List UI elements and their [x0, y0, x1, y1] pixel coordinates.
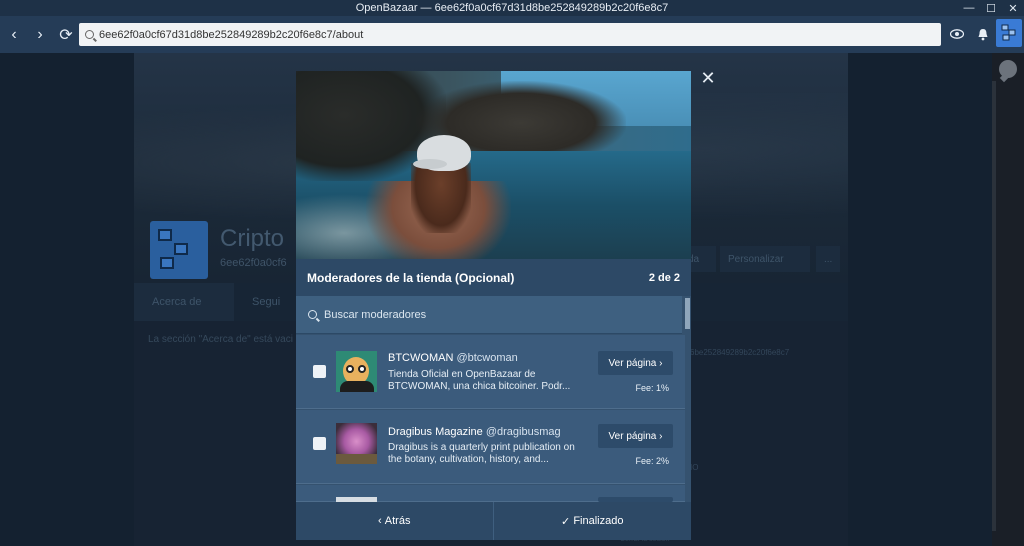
moderators-modal: Moderadores de la tienda (Opcional) 2 de…: [296, 71, 691, 540]
back-label: Atrás: [384, 515, 411, 527]
moderator-name-line: BTCWOMAN @btcwoman: [388, 352, 518, 364]
maximize-icon[interactable]: ☐: [980, 0, 1002, 16]
rail-scrollbar[interactable]: [992, 81, 996, 531]
tab-following[interactable]: Segui: [252, 283, 280, 321]
view-page-label: Ver página: [608, 430, 657, 442]
customize-button[interactable]: Personalizar: [720, 246, 810, 272]
side-peer-id: 6be252849289b2c20f6e8c7: [690, 348, 790, 357]
minimize-icon[interactable]: —: [958, 0, 980, 16]
chat-icon[interactable]: [999, 60, 1017, 78]
eye-icon[interactable]: [944, 19, 970, 49]
search-icon: [85, 30, 94, 39]
moderator-row: BTCWOMAN @btcwoman Tienda Oficial en Ope…: [296, 335, 685, 409]
close-window-icon[interactable]: ✕: [1002, 0, 1024, 16]
store-avatar: [150, 221, 208, 279]
right-rail: [992, 53, 1024, 546]
moderator-fee: Fee: 2%: [635, 456, 669, 466]
tab-about[interactable]: Acerca de: [134, 283, 234, 321]
view-page-label: Ver página: [608, 357, 657, 369]
moderator-description: Dragibus is a quarterly print publicatio…: [388, 442, 575, 465]
done-button[interactable]: ✓ Finalizado: [494, 502, 692, 540]
moderator-name: BTCWOMAN: [388, 352, 454, 364]
chevron-right-icon: ›: [656, 357, 663, 369]
moderator-description: Tienda Oficial en OpenBazaar de BTCWOMAN…: [388, 369, 571, 392]
modal-scrollbar[interactable]: [685, 296, 691, 502]
moderator-name-line: Dragibus Magazine @dragibusmag: [388, 426, 561, 438]
moderator-search-input[interactable]: Buscar moderadores: [296, 296, 682, 334]
moderator-fee: Fee: 1%: [635, 383, 669, 393]
moderator-handle: @dragibusmag: [485, 426, 561, 438]
moderator-name: Dragibus Magazine: [388, 426, 483, 438]
reload-icon[interactable]: ⟳: [54, 23, 78, 47]
moderator-checkbox[interactable]: [313, 437, 326, 450]
moderator-checkbox[interactable]: [313, 365, 326, 378]
moderator-handle: @btcwoman: [456, 352, 518, 364]
address-text[interactable]: 6ee62f0a0cf67d31d8be252849289b2c20f6e8c7…: [99, 29, 363, 41]
window-title: OpenBazaar — 6ee62f0a0cf67d31d8be2528492…: [355, 2, 669, 14]
store-peer-id: 6ee62f0a0cf6: [220, 257, 287, 269]
about-empty-text: La sección "Acerca de" está vaci: [148, 334, 293, 345]
modal-header: Moderadores de la tienda (Opcional) 2 de…: [296, 259, 691, 296]
close-icon[interactable]: ✕: [700, 69, 716, 87]
navigation-bar: ‹ › ⟳ 6ee62f0a0cf67d31d8be252849289b2c20…: [0, 16, 1024, 53]
store-name: Cripto: [220, 225, 285, 252]
window-titlebar: OpenBazaar — 6ee62f0a0cf67d31d8be2528492…: [0, 0, 1024, 16]
search-placeholder: Buscar moderadores: [324, 308, 427, 321]
modal-hero-image: [296, 71, 691, 259]
moderator-row: [296, 485, 685, 502]
search-icon: [308, 310, 317, 319]
bell-icon[interactable]: [970, 19, 996, 49]
forward-arrow-icon[interactable]: ›: [28, 23, 52, 47]
view-page-button[interactable]: Ver página ›: [598, 424, 673, 448]
side-label: IO: [690, 463, 699, 472]
scrollbar-thumb[interactable]: [685, 298, 690, 329]
done-label: Finalizado: [573, 515, 624, 527]
window-controls: — ☐ ✕: [958, 0, 1024, 16]
nav-right-actions: [944, 19, 1024, 49]
moderator-avatar: [336, 423, 377, 464]
back-arrow-icon[interactable]: ‹: [2, 23, 26, 47]
modal-title: Moderadores de la tienda (Opcional): [307, 270, 515, 285]
modal-footer: ‹ Atrás ✓ Finalizado: [296, 502, 691, 540]
chevron-right-icon: ›: [656, 430, 663, 442]
back-button[interactable]: ‹ Atrás: [296, 502, 494, 540]
step-counter: 2 de 2: [648, 271, 680, 284]
check-icon: ✓: [561, 515, 574, 528]
view-page-button[interactable]: Ver página ›: [598, 351, 673, 375]
chevron-left-icon: ‹: [378, 515, 385, 527]
moderator-avatar: [336, 351, 377, 392]
moderator-row: Dragibus Magazine @dragibusmag Dragibus …: [296, 410, 685, 484]
avatar-icon[interactable]: [996, 19, 1022, 47]
more-button[interactable]: ...: [816, 246, 840, 272]
address-bar[interactable]: 6ee62f0a0cf67d31d8be252849289b2c20f6e8c7…: [79, 23, 941, 46]
